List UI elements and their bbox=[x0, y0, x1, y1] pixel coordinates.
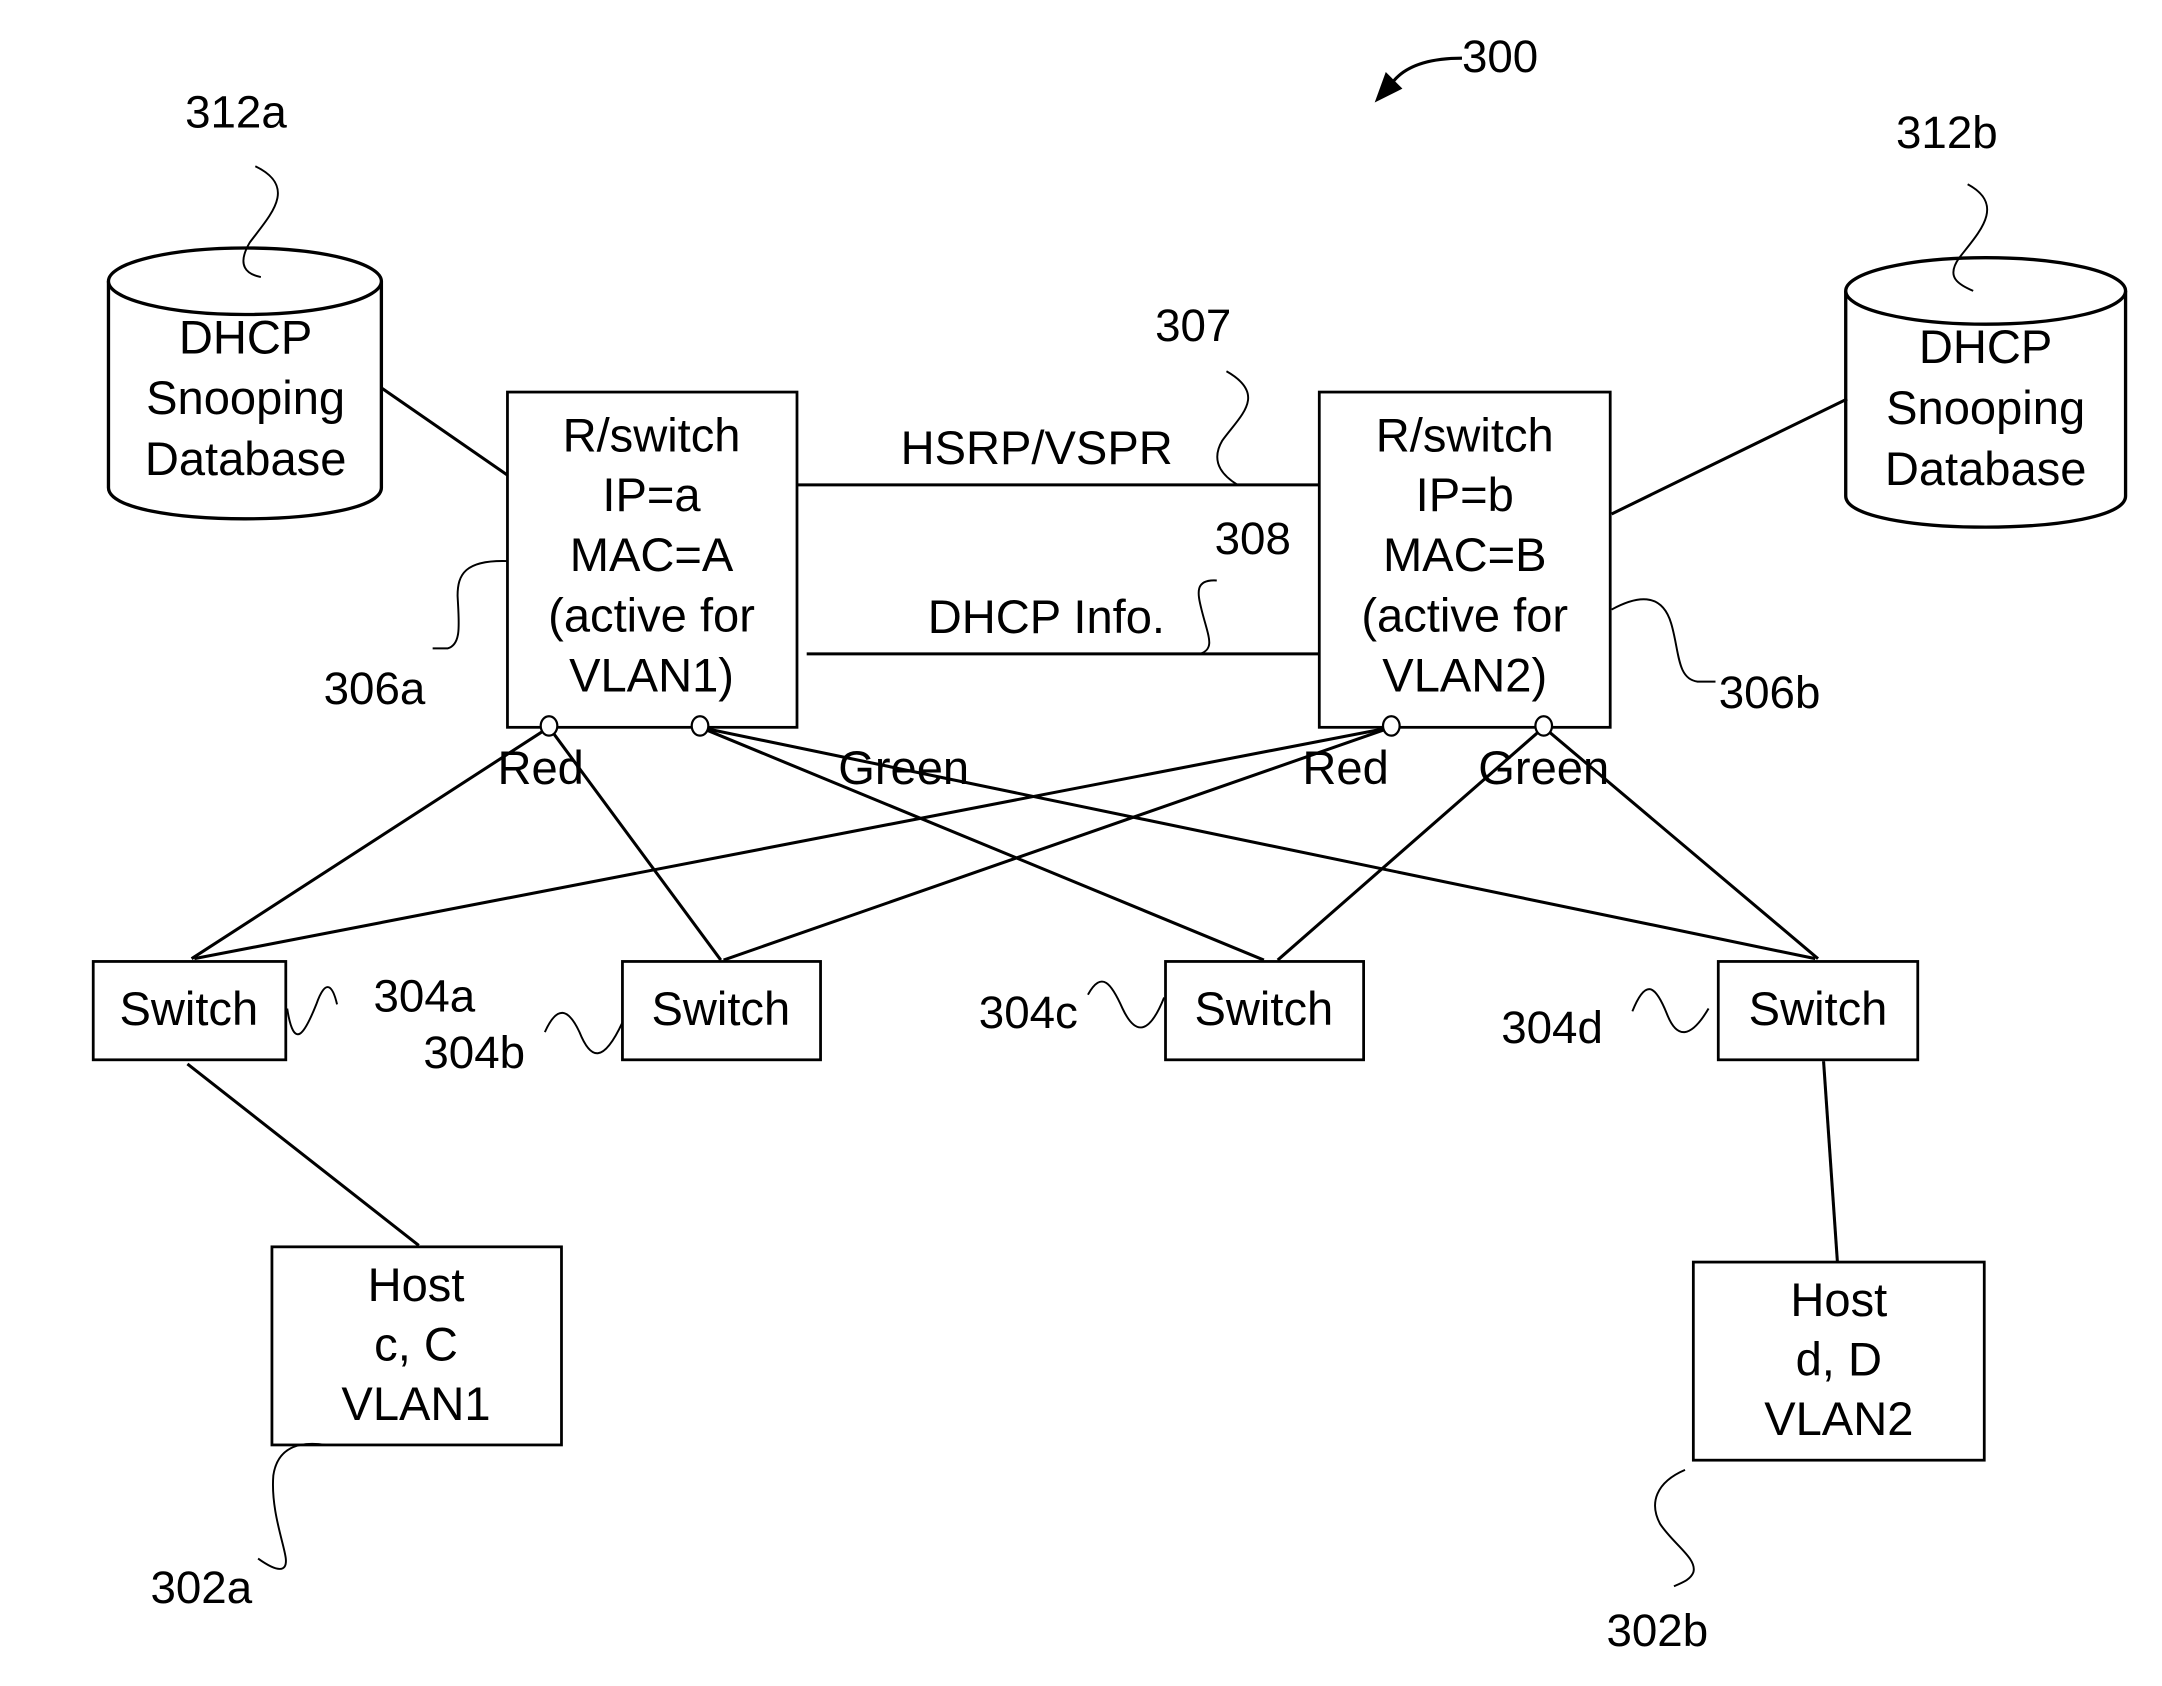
port-label-green: Green bbox=[1478, 741, 1609, 794]
port-label-green: Green bbox=[838, 741, 969, 794]
host-label-line: Host bbox=[1790, 1273, 1887, 1326]
database-label-line: Snooping bbox=[1886, 381, 2085, 434]
leader-line bbox=[1087, 980, 1166, 1029]
database-312a: DHCP Snooping Database 312a bbox=[106, 86, 384, 521]
leader-line bbox=[257, 1442, 327, 1570]
ref-label: 312b bbox=[1896, 107, 1998, 158]
ref-label: 302b bbox=[1606, 1605, 1708, 1656]
figure-arrow-icon bbox=[1388, 56, 1462, 87]
database-label-line: DHCP bbox=[179, 310, 312, 363]
database-cylinder-top-icon bbox=[106, 246, 384, 317]
router-label-line: VLAN1) bbox=[569, 648, 734, 701]
switch-label: Switch bbox=[651, 982, 790, 1035]
host-label-line: d, D bbox=[1796, 1333, 1882, 1386]
router-label-line: (active for bbox=[1361, 589, 1568, 642]
ref-label: 307 bbox=[1155, 300, 1231, 351]
leader-line bbox=[1654, 1468, 1695, 1588]
database-label-line: Database bbox=[1885, 442, 2087, 495]
db-link-right bbox=[1610, 397, 1848, 516]
router-label-line: VLAN2) bbox=[1382, 648, 1547, 701]
host-link-left bbox=[186, 1062, 420, 1247]
router-label-line: R/switch bbox=[1376, 409, 1554, 462]
ref-label: 306a bbox=[324, 663, 426, 714]
router-306b: R/switch IP=b MAC=B (active for VLAN2) 3… bbox=[1317, 390, 1821, 729]
ref-label: 304a bbox=[373, 970, 475, 1021]
database-label-line: DHCP bbox=[1919, 320, 2052, 373]
host-302b: Host d, D VLAN2 302b bbox=[1606, 1260, 1986, 1656]
leader-line bbox=[1197, 579, 1217, 655]
switch-304b: Switch 304b bbox=[423, 960, 822, 1078]
port-label-red: Red bbox=[1302, 741, 1388, 794]
router-label-line: (active for bbox=[548, 589, 755, 642]
leader-line bbox=[1611, 598, 1716, 683]
router-label-line: MAC=A bbox=[570, 528, 734, 581]
leader-line bbox=[432, 560, 508, 650]
figure-number: 300 bbox=[1462, 31, 1538, 82]
host-label-line: c, C bbox=[374, 1317, 458, 1370]
leader-line bbox=[543, 1011, 624, 1055]
port-green-306a-icon bbox=[690, 715, 710, 737]
port-red-306a-icon bbox=[539, 715, 559, 737]
leader-line bbox=[1216, 370, 1250, 486]
database-label-line: Snooping bbox=[146, 371, 345, 424]
host-label-line: VLAN1 bbox=[341, 1377, 490, 1430]
ref-label: 304c bbox=[979, 987, 1078, 1038]
leader-line bbox=[1631, 988, 1710, 1034]
switch-label: Switch bbox=[1749, 982, 1888, 1035]
figure-ref-300: 300 bbox=[1374, 31, 1538, 103]
router-label-line: IP=b bbox=[1416, 468, 1514, 521]
router-label-line: MAC=B bbox=[1383, 528, 1547, 581]
ref-label: 304d bbox=[1501, 1002, 1603, 1053]
port-red-306b-icon bbox=[1381, 715, 1401, 737]
host-link-right bbox=[1822, 1061, 1839, 1263]
host-302a: Host c, C VLAN1 302a bbox=[150, 1245, 563, 1613]
switch-304a: Switch 304a bbox=[91, 960, 476, 1062]
switch-304d: Switch 304d bbox=[1501, 960, 1920, 1062]
ref-label: 312a bbox=[185, 86, 287, 137]
host-label-line: Host bbox=[368, 1258, 465, 1311]
ref-label: 308 bbox=[1215, 513, 1291, 564]
db-link-left bbox=[380, 386, 509, 477]
switch-label: Switch bbox=[119, 982, 258, 1035]
ref-label: 304b bbox=[423, 1027, 525, 1078]
router-306a: R/switch IP=a MAC=A (active for VLAN1) 3… bbox=[324, 390, 799, 729]
host-label-line: VLAN2 bbox=[1764, 1392, 1913, 1445]
port-label-red: Red bbox=[498, 741, 584, 794]
switch-304c: Switch 304c bbox=[979, 960, 1366, 1062]
port-green-306b-icon bbox=[1534, 715, 1554, 737]
database-cylinder-top-icon bbox=[1844, 256, 2128, 326]
trunk-line bbox=[723, 725, 1392, 962]
trunk-line bbox=[194, 725, 1392, 961]
dhcp-info-link-label: DHCP Info. bbox=[928, 590, 1165, 643]
hsrp-link-label: HSRP/VSPR bbox=[901, 421, 1173, 474]
leader-line bbox=[286, 986, 338, 1036]
ref-label: 302a bbox=[150, 1562, 252, 1613]
ref-label: 306b bbox=[1719, 667, 1821, 718]
router-label-line: IP=a bbox=[602, 468, 701, 521]
network-diagram: 300 DHCP Snooping Database 312a DHCP Sno… bbox=[91, 31, 2128, 1656]
database-label-line: Database bbox=[145, 432, 347, 485]
router-label-line: R/switch bbox=[563, 409, 741, 462]
database-312b: DHCP Snooping Database 312b bbox=[1844, 107, 2128, 529]
switch-label: Switch bbox=[1195, 982, 1334, 1035]
